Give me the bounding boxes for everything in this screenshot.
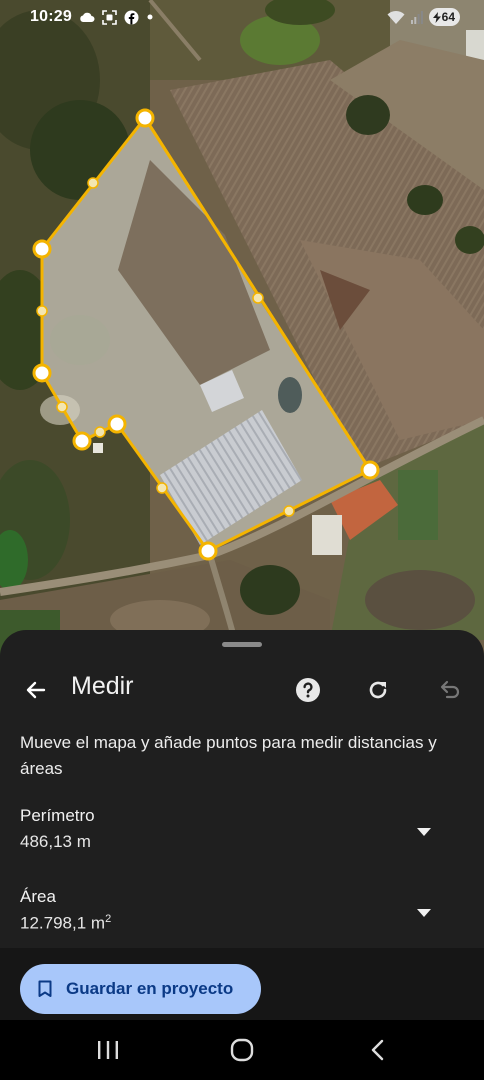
battery-indicator: 64: [428, 8, 460, 26]
bookmark-icon: [38, 980, 52, 997]
wifi-icon: [387, 10, 405, 25]
undo-icon: [440, 680, 460, 699]
save-button-label: Guardar en proyecto: [66, 979, 234, 998]
charging-bolt-icon: [432, 11, 441, 23]
measure-bottom-sheet: Medir Mueve el mapa y añade puntos para …: [0, 630, 484, 1020]
measure-instructions: Mueve el mapa y añade puntos para medir …: [20, 733, 437, 778]
sheet-title: Medir: [71, 672, 134, 700]
undo-button[interactable]: [430, 670, 470, 710]
cloud-icon: [79, 11, 95, 23]
recent-apps-icon: [98, 1041, 118, 1059]
save-to-project-button[interactable]: Guardar en proyecto: [20, 964, 261, 1014]
perimeter-dropdown-icon[interactable]: [414, 822, 434, 842]
dot-icon: [146, 13, 154, 21]
map-imagery: [0, 0, 484, 660]
screenshot-icon: [102, 9, 117, 25]
status-right: 64: [387, 8, 460, 26]
signal-icon: [410, 10, 423, 24]
status-bar: 10:29 64: [0, 0, 484, 34]
area-dropdown-icon[interactable]: [414, 903, 434, 923]
area-label: Área: [20, 887, 56, 906]
recent-apps-button[interactable]: [78, 1032, 138, 1068]
sheet-drag-handle[interactable]: [222, 642, 262, 647]
help-button[interactable]: [288, 670, 328, 710]
battery-level: 64: [441, 10, 455, 24]
back-arrow-icon: [26, 681, 46, 699]
status-left: 10:29: [30, 8, 154, 26]
home-icon: [230, 1038, 254, 1062]
satellite-map[interactable]: [0, 0, 484, 660]
area-row[interactable]: Área 12.798,1 m2: [0, 887, 484, 943]
back-icon: [371, 1039, 384, 1061]
area-value: 12.798,1 m2: [20, 913, 111, 934]
area-unit-superscript: 2: [105, 913, 112, 925]
reset-button[interactable]: [358, 670, 398, 710]
back-button[interactable]: [16, 670, 56, 710]
perimeter-row[interactable]: Perímetro 486,13 m: [0, 806, 484, 862]
sheet-footer: Guardar en proyecto: [0, 948, 484, 1020]
perimeter-label: Perímetro: [20, 806, 95, 825]
area-value-number: 12.798,1 m: [20, 913, 106, 933]
sheet-toolbar: Medir: [0, 666, 484, 710]
home-button[interactable]: [212, 1032, 272, 1068]
system-nav-bar: [0, 1020, 484, 1080]
status-time: 10:29: [30, 8, 72, 25]
refresh-icon: [369, 681, 387, 699]
help-icon: [296, 678, 320, 702]
nav-back-button[interactable]: [348, 1032, 408, 1068]
facebook-icon: [124, 10, 139, 25]
perimeter-value: 486,13 m: [20, 832, 91, 851]
